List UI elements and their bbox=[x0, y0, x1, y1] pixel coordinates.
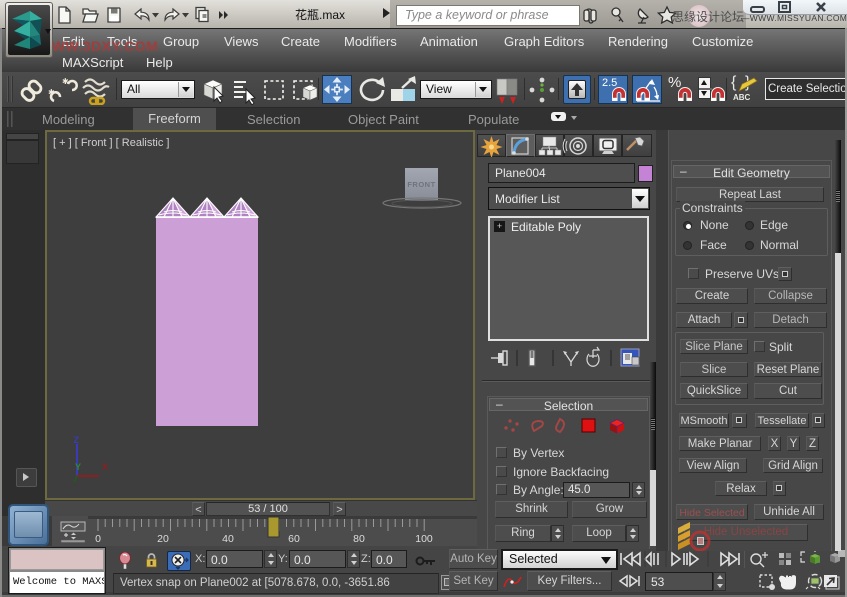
svg-text:✱: ✱ bbox=[62, 77, 69, 86]
svg-text:Z: Z bbox=[74, 435, 80, 445]
svg-text:80: 80 bbox=[353, 533, 365, 545]
svg-text:Y: Y bbox=[75, 462, 81, 472]
svg-text:100: 100 bbox=[415, 533, 433, 545]
svg-text:20: 20 bbox=[157, 533, 169, 545]
svg-text:0: 0 bbox=[95, 533, 101, 545]
svg-text:60: 60 bbox=[288, 533, 300, 545]
svg-text:✱: ✱ bbox=[48, 88, 55, 97]
svg-text:X: X bbox=[102, 462, 108, 472]
svg-text:40: 40 bbox=[222, 533, 234, 545]
